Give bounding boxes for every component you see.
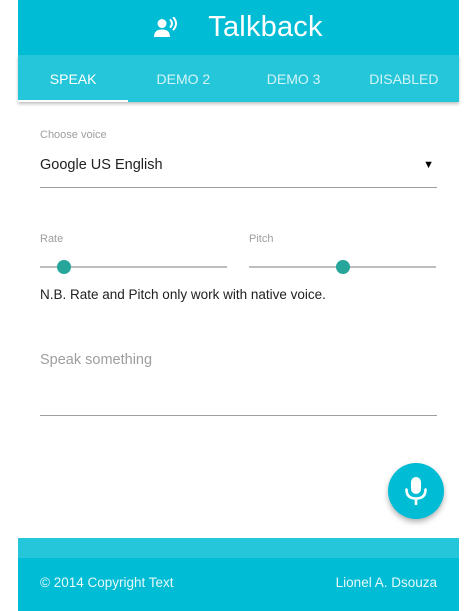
tab-label: SPEAK	[49, 70, 97, 87]
caret-down-icon: ▼	[423, 159, 434, 171]
active-tab-indicator	[18, 100, 129, 102]
microphone-icon	[405, 477, 427, 505]
speak-input-placeholder: Speak something	[40, 352, 153, 368]
tab-demo-3[interactable]: DEMO 3	[239, 55, 349, 102]
pitch-slider[interactable]	[249, 259, 436, 275]
tab-label: DEMO 2	[156, 70, 211, 87]
tab-label: DISABLED	[369, 70, 439, 87]
voice-select[interactable]: Google US English ▼	[40, 150, 437, 188]
app-title: Talkback	[208, 11, 323, 43]
voice-label: Choose voice	[40, 129, 107, 141]
tab-demo-2[interactable]: DEMO 2	[128, 55, 238, 102]
pitch-label: Pitch	[249, 233, 274, 245]
app-header: Talkback	[18, 0, 459, 55]
footer-band	[18, 538, 459, 558]
speak-input[interactable]: Speak something	[40, 345, 437, 416]
app-container: Talkback SPEAK DEMO 2 DEMO 3 DISABLED Ch…	[18, 0, 459, 611]
tab-bar: SPEAK DEMO 2 DEMO 3 DISABLED	[18, 55, 459, 102]
copyright-text: © 2014 Copyright Text	[40, 575, 174, 590]
tab-label: DEMO 3	[266, 70, 321, 87]
native-voice-note: N.B. Rate and Pitch only work with nativ…	[40, 287, 326, 302]
record-voice-icon	[154, 16, 178, 37]
pitch-slider-thumb[interactable]	[335, 260, 350, 274]
tab-disabled[interactable]: DISABLED	[349, 55, 459, 102]
rate-slider[interactable]	[40, 259, 227, 275]
rate-slider-thumb[interactable]	[57, 260, 72, 274]
microphone-button[interactable]	[388, 463, 444, 519]
footer: © 2014 Copyright Text Lionel A. Dsouza	[18, 538, 459, 611]
voice-selected-value: Google US English	[40, 157, 163, 173]
rate-label: Rate	[40, 233, 64, 245]
tab-speak[interactable]: SPEAK	[18, 55, 129, 102]
author-link[interactable]: Lionel A. Dsouza	[336, 575, 437, 590]
